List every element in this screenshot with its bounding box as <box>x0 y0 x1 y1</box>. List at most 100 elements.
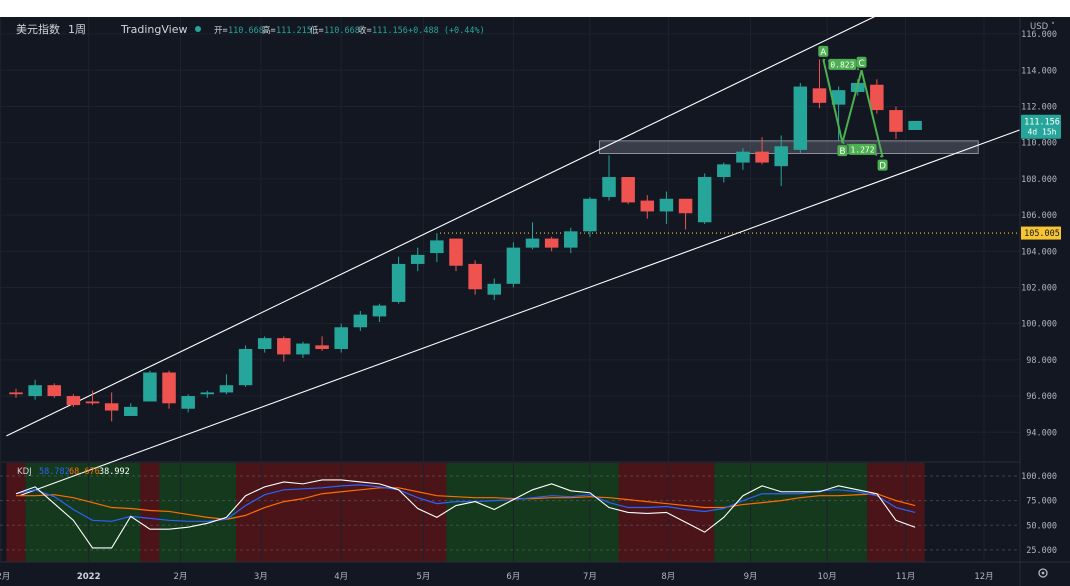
price-tick-label: 116.000 <box>1021 30 1057 40</box>
ohlc-high-label: 高= <box>262 25 276 36</box>
candle-body-14 <box>277 338 291 355</box>
candle-body-15 <box>296 343 310 355</box>
candle-body-11 <box>219 385 234 393</box>
abcd-point-label: D <box>879 162 886 172</box>
ratio-ac-badge: 0.823 <box>828 58 857 70</box>
price-tick-label: 98.000 <box>1026 356 1057 366</box>
abcd-point-a[interactable]: A <box>818 45 829 58</box>
kdj-zone-band-8 <box>867 463 925 562</box>
candle-body-22 <box>430 240 444 254</box>
month-tick-label: 3月 <box>254 572 268 582</box>
kdj-zone-band-3 <box>159 463 236 562</box>
candle-body-36 <box>697 177 712 223</box>
candle-32[interactable] <box>621 177 635 205</box>
candle-30[interactable] <box>583 196 597 237</box>
candle-body-27 <box>525 238 540 248</box>
candle-47[interactable] <box>908 120 922 130</box>
candle-body-4 <box>85 401 100 404</box>
price-tick-label: 96.000 <box>1026 392 1057 402</box>
kdj-tick-label: 100.000 <box>1021 472 1057 482</box>
candle-body-38 <box>736 151 750 163</box>
abcd-point-b[interactable]: B <box>837 145 848 157</box>
ohlc-high: 111.215 <box>276 26 312 36</box>
ohlc-close: 111.156 <box>372 26 408 36</box>
candle-8[interactable] <box>162 370 176 409</box>
candle-3[interactable] <box>66 394 81 407</box>
kdj-zone-band-1 <box>25 463 141 562</box>
candle-body-13 <box>257 338 272 349</box>
candle-body-17 <box>334 327 348 349</box>
market-status-dot <box>195 26 201 32</box>
month-tick-label: 7月 <box>583 572 597 582</box>
horizontal-level-text: 105.005 <box>1024 229 1060 239</box>
provider-label: TradingView <box>120 23 187 36</box>
month-tick-label: 12月 <box>0 572 10 582</box>
candle-17[interactable] <box>334 323 348 353</box>
month-tick-label: 8月 <box>661 572 675 582</box>
candle-body-2 <box>47 385 62 397</box>
kdj-tick-label: 50.000 <box>1026 521 1057 531</box>
ohlc-close-label: 收= <box>358 25 372 36</box>
abcd-point-label: A <box>820 48 827 58</box>
candle-body-21 <box>410 254 425 264</box>
ratio-bd-text: 1.272 <box>850 145 874 154</box>
candle-body-34 <box>659 198 674 212</box>
candle-body-46 <box>889 110 903 132</box>
ohlc-open-label: 开= <box>214 26 228 36</box>
candle-body-41 <box>793 86 808 150</box>
price-tick-label: 102.000 <box>1021 283 1057 293</box>
month-tick-label: 6月 <box>506 572 520 582</box>
candle-2[interactable] <box>47 383 62 398</box>
kdj-tick-label: 75.000 <box>1026 497 1057 507</box>
candle-body-9 <box>181 396 195 409</box>
month-tick-label: 11月 <box>896 572 915 582</box>
support-zone-rectangle[interactable] <box>598 140 979 155</box>
candle-body-33 <box>640 200 655 212</box>
month-tick-label: 9月 <box>744 572 758 582</box>
candle-41[interactable] <box>793 82 808 154</box>
kdj-title: KDJ <box>17 467 32 477</box>
candle-body-8 <box>162 372 176 404</box>
interval-label: 1周 <box>68 23 86 36</box>
symbol-title: 美元指数 <box>16 22 60 36</box>
kdj-tick-label: 25.000 <box>1026 546 1057 556</box>
current-price-text: 111.156 <box>1024 118 1060 128</box>
price-tick-label: 106.000 <box>1021 211 1057 221</box>
candle-body-12 <box>238 348 253 386</box>
candle-7[interactable] <box>143 370 157 402</box>
abcd-point-label: C <box>858 59 864 69</box>
candle-body-26 <box>506 247 521 284</box>
month-tick-label: 12月 <box>974 572 993 582</box>
candle-body-1 <box>28 385 42 397</box>
candle-12[interactable] <box>238 345 253 387</box>
candle-body-31 <box>602 177 616 197</box>
candle-body-7 <box>143 372 157 402</box>
candle-body-24 <box>468 263 482 290</box>
month-tick-label: 10月 <box>817 572 836 582</box>
abcd-point-c[interactable]: C <box>856 56 867 69</box>
ratio-bd-badge: 1.272 <box>848 143 877 155</box>
chart-root: A B C D 0.823 1.272 USD ˅ 116.000 114.000 112.00… <box>0 0 1070 586</box>
candle-body-23 <box>449 238 463 266</box>
horizontal-level-label: 105.005 <box>1021 226 1061 240</box>
month-tick-label: 2月 <box>174 572 188 582</box>
candle-body-6 <box>124 406 138 416</box>
candle-26[interactable] <box>506 242 521 288</box>
price-tick-label: 112.000 <box>1021 102 1057 112</box>
kdj-j-value: 38.992 <box>99 467 130 477</box>
candle-36[interactable] <box>697 173 712 225</box>
candle-body-40 <box>774 146 788 167</box>
countdown-text: 4d 15h <box>1028 128 1057 137</box>
ohlc-low: 110.668 <box>324 26 360 36</box>
abcd-point-d[interactable]: D <box>877 159 888 172</box>
top-strip <box>0 0 1070 17</box>
candle-body-30 <box>583 198 597 232</box>
kdj-zone-band-2 <box>140 463 160 562</box>
candle-body-29 <box>564 231 578 248</box>
price-tick-label: 104.000 <box>1021 247 1057 257</box>
candle-body-42 <box>812 88 827 103</box>
price-tick-label: 100.000 <box>1021 320 1057 330</box>
candle-body-20 <box>391 263 406 302</box>
price-tick-label: 108.000 <box>1021 175 1057 185</box>
kdj-d-value: 68.676 <box>69 467 100 477</box>
